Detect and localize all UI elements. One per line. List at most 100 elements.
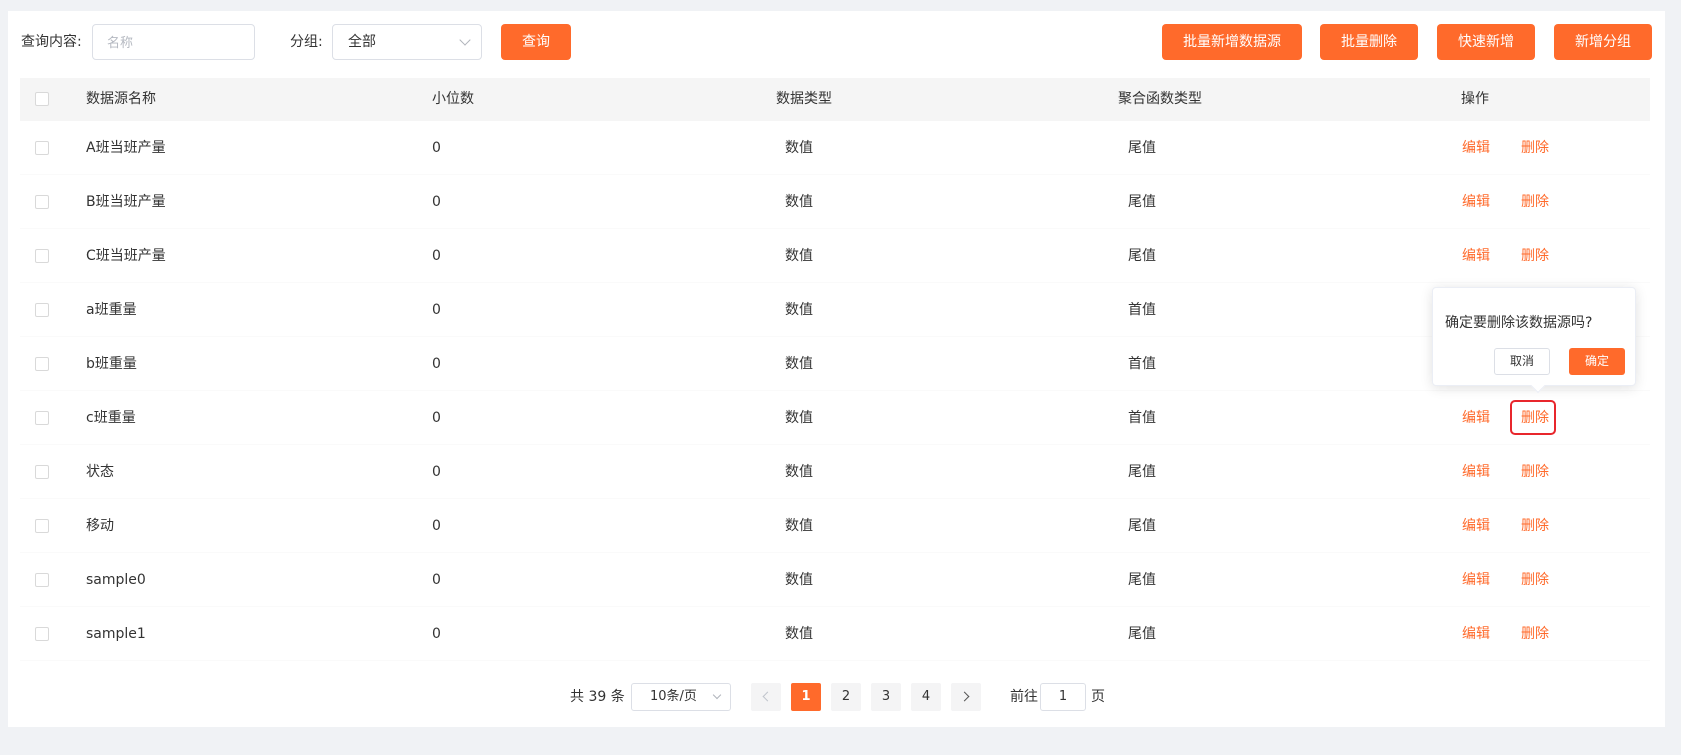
delete-link[interactable]: 删除 [1521,229,1549,283]
add-group-button[interactable]: 新增分组 [1554,24,1652,60]
table-row: sample1 0 数值 尾值 编辑 删除 [20,607,1650,661]
prev-page-button[interactable] [751,683,781,711]
page-button-3[interactable]: 3 [871,683,901,711]
delete-link[interactable]: 删除 [1521,175,1549,229]
row-checkbox[interactable] [35,519,49,533]
cell-agg-type: 尾值 [1128,572,1156,588]
delete-link[interactable]: 删除 [1521,553,1549,607]
quick-add-button[interactable]: 快速新增 [1437,24,1535,60]
cell-data-type: 数值 [785,356,813,372]
cell-data-type: 数值 [785,572,813,588]
cell-name: B班当班产量 [86,194,166,210]
edit-link[interactable]: 编辑 [1462,553,1490,607]
cell-name: A班当班产量 [86,140,166,156]
edit-link[interactable]: 编辑 [1462,499,1490,553]
row-checkbox[interactable] [35,465,49,479]
delete-highlight [1510,400,1556,435]
header-data-type: 数据类型 [776,91,832,107]
batch-delete-button[interactable]: 批量删除 [1320,24,1418,60]
query-button[interactable]: 查询 [501,24,571,60]
cell-decimals: 0 [432,464,441,480]
header-decimals: 小位数 [432,91,474,107]
cell-decimals: 0 [432,248,441,264]
cell-decimals: 0 [432,572,441,588]
page-button-2[interactable]: 2 [831,683,861,711]
cell-agg-type: 尾值 [1128,248,1156,264]
cell-data-type: 数值 [785,410,813,426]
table-row: b班重量 0 数值 首值 [20,337,1650,391]
cell-agg-type: 尾值 [1128,194,1156,210]
edit-link[interactable]: 编辑 [1462,445,1490,499]
goto-suffix: 页 [1091,689,1105,705]
popconfirm-confirm-button[interactable]: 确定 [1569,348,1625,375]
row-checkbox[interactable] [35,195,49,209]
cell-name: sample0 [86,572,146,588]
chevron-down-icon [712,690,722,700]
edit-link[interactable]: 编辑 [1462,229,1490,283]
row-checkbox[interactable] [35,141,49,155]
table-row: sample0 0 数值 尾值 编辑 删除 [20,553,1650,607]
popconfirm-message: 确定要删除该数据源吗? [1445,315,1593,331]
next-page-button[interactable] [951,683,981,711]
table-row: 状态 0 数值 尾值 编辑 删除 [20,445,1650,499]
page-button-1[interactable]: 1 [791,683,821,711]
cell-data-type: 数值 [785,464,813,480]
table-row: A班当班产量 0 数值 尾值 编辑 删除 [20,121,1650,175]
chevron-right-icon [959,691,970,702]
edit-link[interactable]: 编辑 [1462,607,1490,661]
cell-name: 状态 [86,464,114,480]
table-header: 数据源名称 小位数 数据类型 聚合函数类型 操作 [20,78,1650,121]
table-row: C班当班产量 0 数值 尾值 编辑 删除 [20,229,1650,283]
group-select-value: 全部 [348,34,376,50]
cell-data-type: 数值 [785,302,813,318]
cell-name: 移动 [86,518,114,534]
chevron-down-icon [459,34,471,46]
group-select[interactable]: 全部 [332,24,482,60]
header-actions: 操作 [1461,91,1489,107]
cell-decimals: 0 [432,626,441,642]
cell-data-type: 数值 [785,248,813,264]
popconfirm-cancel-button[interactable]: 取消 [1494,348,1550,375]
cell-agg-type: 尾值 [1128,518,1156,534]
cell-agg-type: 尾值 [1128,140,1156,156]
cell-agg-type: 首值 [1128,356,1156,372]
query-input[interactable] [92,24,255,60]
table-row: a班重量 0 数值 首值 [20,283,1650,337]
cell-name: a班重量 [86,302,137,318]
goto-page-input[interactable]: 1 [1040,683,1086,711]
cell-agg-type: 尾值 [1128,464,1156,480]
cell-name: c班重量 [86,410,136,426]
page-size-select[interactable]: 10条/页 [631,683,731,711]
select-all-checkbox[interactable] [35,92,49,106]
row-checkbox[interactable] [35,249,49,263]
table-row: c班重量 0 数值 首值 编辑 删除 [20,391,1650,445]
cell-decimals: 0 [432,410,441,426]
chevron-left-icon [762,691,773,702]
cell-decimals: 0 [432,302,441,318]
edit-link[interactable]: 编辑 [1462,121,1490,175]
table-row: 移动 0 数值 尾值 编辑 删除 [20,499,1650,553]
delete-link[interactable]: 删除 [1521,445,1549,499]
row-checkbox[interactable] [35,357,49,371]
query-label: 查询内容: [21,34,82,50]
pagination-total: 共 39 条 [570,689,625,705]
delete-link[interactable]: 删除 [1521,607,1549,661]
cell-data-type: 数值 [785,194,813,210]
cell-decimals: 0 [432,356,441,372]
delete-link[interactable]: 删除 [1521,499,1549,553]
edit-link[interactable]: 编辑 [1462,175,1490,229]
cell-decimals: 0 [432,518,441,534]
delete-link[interactable]: 删除 [1521,121,1549,175]
header-name: 数据源名称 [86,91,156,107]
row-checkbox[interactable] [35,303,49,317]
row-checkbox[interactable] [35,627,49,641]
batch-add-button[interactable]: 批量新增数据源 [1162,24,1302,60]
edit-link[interactable]: 编辑 [1462,391,1490,445]
row-checkbox[interactable] [35,573,49,587]
cell-name: b班重量 [86,356,137,372]
row-checkbox[interactable] [35,411,49,425]
cell-decimals: 0 [432,140,441,156]
delete-popconfirm: 确定要删除该数据源吗? 取消 确定 [1432,287,1636,394]
page-button-4[interactable]: 4 [911,683,941,711]
page-size-value: 10条/页 [650,689,697,704]
